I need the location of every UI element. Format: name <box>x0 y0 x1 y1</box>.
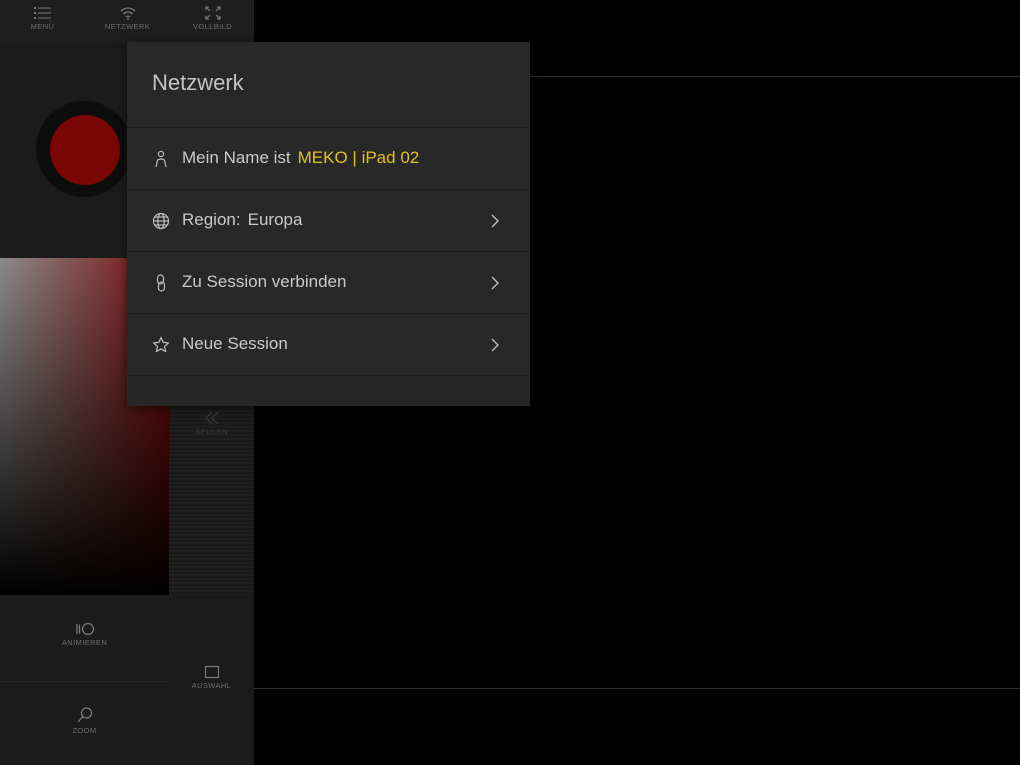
device-name-value[interactable]: MEKO | iPad 02 <box>298 148 420 167</box>
popover-footer <box>127 376 530 406</box>
chevron-right-icon <box>491 276 499 290</box>
selection-button[interactable]: AUSWAHL <box>169 665 254 690</box>
chevron-right-icon <box>491 214 499 228</box>
list-icon <box>33 7 51 19</box>
network-popover: Netzwerk Mein Name ist MEKO | iPad 02 Reg… <box>127 42 530 406</box>
divider <box>0 681 169 682</box>
region-row-text: Region: Europa <box>182 210 302 230</box>
double-chevron-left-icon <box>204 411 218 425</box>
top-toolbar: MENÜ NETZWERK VOLLBILD <box>0 0 254 42</box>
popover-title: Netzwerk <box>152 70 244 95</box>
animate-label: ANIMIEREN <box>61 638 108 647</box>
name-label: Mein Name ist <box>182 148 291 167</box>
network-label: NETZWERK <box>104 22 151 31</box>
magnifier-icon <box>77 707 92 723</box>
network-button[interactable]: NETZWERK <box>85 0 170 42</box>
animate-icon <box>75 622 94 636</box>
menu-button[interactable]: MENÜ <box>0 0 85 42</box>
animate-button[interactable]: ANIMIEREN <box>0 622 169 647</box>
new-session-label: Neue Session <box>182 334 288 353</box>
bottom-left-tools <box>0 595 169 765</box>
canvas-bottom-line <box>254 688 1020 689</box>
person-icon <box>155 150 167 168</box>
region-row[interactable]: Region: Europa <box>127 190 530 252</box>
globe-icon <box>152 212 170 230</box>
wifi-icon <box>120 7 135 20</box>
name-row[interactable]: Mein Name ist MEKO | iPad 02 <box>127 128 530 190</box>
popover-header: Netzwerk <box>127 42 530 128</box>
square-selection-icon <box>204 665 219 679</box>
menu-label: MENÜ <box>30 22 55 31</box>
zoom-button[interactable]: ZOOM <box>0 706 169 735</box>
name-row-text: Mein Name ist MEKO | iPad 02 <box>182 148 419 168</box>
chevron-right-icon <box>491 338 499 352</box>
region-label: Region: <box>182 210 241 229</box>
selection-label: AUSWAHL <box>191 681 232 690</box>
fullscreen-label: VOLLBILD <box>192 22 233 31</box>
connect-session-row[interactable]: Zu Session verbinden <box>127 252 530 314</box>
connect-session-label: Zu Session verbinden <box>182 272 347 291</box>
link-icon <box>156 274 166 292</box>
fullscreen-button[interactable]: VOLLBILD <box>170 0 255 42</box>
spulen-label: SPULEN <box>195 427 228 436</box>
new-session-row[interactable]: Neue Session <box>127 314 530 376</box>
current-color-swatch[interactable] <box>50 115 120 185</box>
fullscreen-icon <box>204 6 221 20</box>
zoom-label: ZOOM <box>72 726 97 735</box>
region-value: Europa <box>247 210 303 229</box>
star-icon <box>152 336 170 353</box>
spulen-button[interactable]: SPULEN <box>169 408 254 436</box>
